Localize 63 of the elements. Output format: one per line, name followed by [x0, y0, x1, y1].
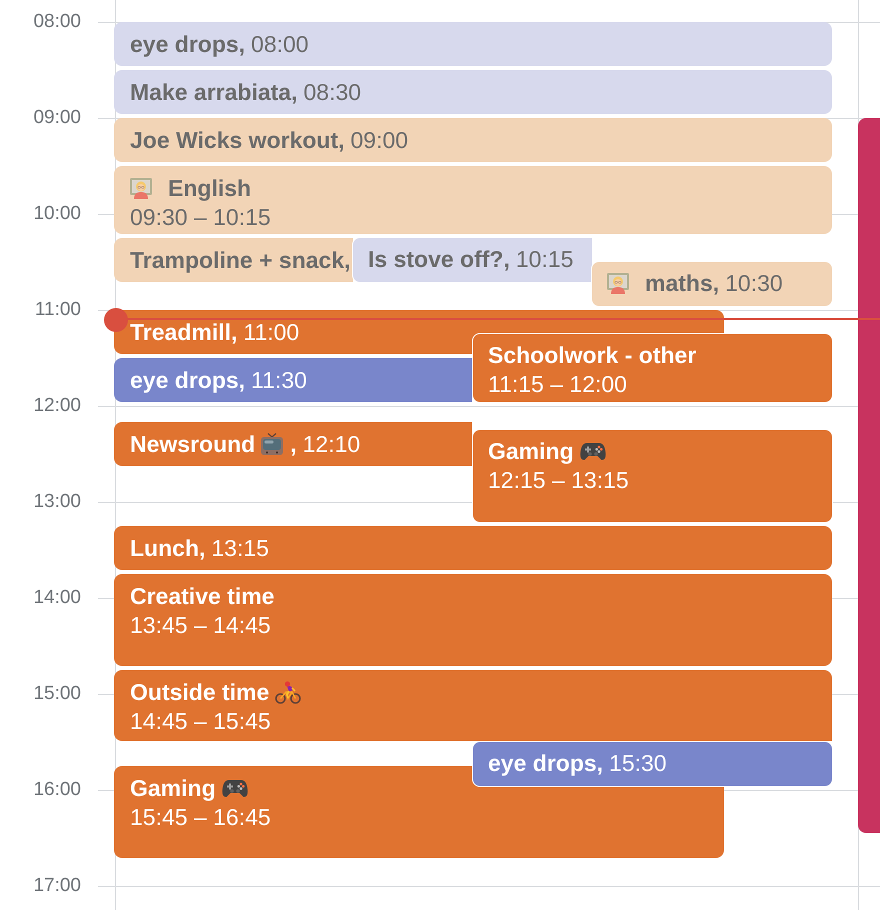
time-label: 08:00	[33, 11, 81, 33]
time-label: 09:00	[33, 107, 81, 129]
event-time: 14:45 – 15:45	[130, 709, 271, 733]
event-time: 10:15	[516, 247, 574, 271]
event-title: Lunch,	[130, 536, 206, 560]
event-title: Newsround	[130, 432, 256, 456]
teacher-icon	[130, 177, 152, 199]
calendar-event[interactable]: eye drops, 08:00	[114, 22, 832, 66]
event-title: English	[168, 176, 252, 200]
event-time: 11:15 – 12:00	[488, 372, 627, 396]
time-label: 15:00	[33, 683, 81, 705]
event-time: 11:00	[243, 320, 300, 344]
calendar-event[interactable]: Is stove off?, 10:15	[352, 237, 593, 283]
calendar-event[interactable]: Gaming 12:15 – 13:15	[472, 429, 833, 523]
event-title: Trampoline + snack,	[130, 248, 351, 272]
event-time: 09:30 – 10:15	[130, 205, 271, 229]
event-time: 12:10	[302, 432, 360, 456]
event-title: Treadmill,	[130, 320, 238, 344]
event-time: 08:30	[303, 80, 362, 104]
time-label: 11:00	[34, 299, 81, 321]
calendar-event[interactable]: Newsround , 12:10	[114, 422, 472, 466]
calendar-event[interactable]: Creative time 13:45 – 14:45	[114, 574, 832, 666]
event-title: Gaming	[488, 439, 574, 463]
event-time: 08:00	[251, 32, 309, 56]
cyclist-icon	[275, 680, 302, 704]
event-time: 13:45 – 14:45	[130, 613, 271, 637]
calendar-event[interactable]: eye drops, 11:30	[114, 358, 472, 402]
gamepad-icon	[222, 778, 248, 798]
event-title: eye drops,	[130, 368, 246, 392]
teacher-icon	[607, 272, 629, 294]
time-label: 14:00	[33, 587, 81, 609]
event-title: eye drops,	[130, 32, 246, 56]
time-label: 13:00	[33, 491, 81, 513]
event-title: Creative time	[130, 584, 274, 608]
event-time: 09:00	[350, 128, 408, 152]
calendar-event[interactable]	[858, 118, 880, 833]
event-time: 12:15 – 13:15	[488, 468, 629, 492]
calendar-event[interactable]: maths, 10:30	[591, 261, 833, 307]
event-title: Joe Wicks workout,	[130, 128, 345, 152]
calendar-event[interactable]: Outside time 14:45 – 15:45	[114, 670, 832, 741]
event-time: 13:15	[211, 536, 269, 560]
tv-icon	[261, 433, 284, 455]
event-title: maths,	[645, 271, 720, 295]
calendar-event[interactable]: Schoolwork - other 11:15 – 12:00	[472, 333, 833, 403]
time-label: 17:00	[33, 875, 81, 897]
event-time: 11:30	[251, 368, 307, 392]
event-title: Gaming	[130, 776, 216, 800]
event-time: 15:45 – 16:45	[130, 805, 271, 829]
calendar-event[interactable]: Make arrabiata, 08:30	[114, 70, 832, 114]
calendar-event[interactable]: eye drops, 15:30	[472, 741, 833, 787]
calendar-event[interactable]: Joe Wicks workout, 09:00	[114, 118, 832, 162]
event-time: 10:30	[725, 271, 783, 295]
event-title: Is stove off?,	[368, 247, 510, 271]
calendar-event[interactable]: Trampoline + snack,	[114, 238, 353, 282]
time-label: 16:00	[33, 779, 81, 801]
gamepad-icon	[580, 442, 606, 460]
event-title: Outside time	[130, 680, 270, 704]
event-title: Make arrabiata,	[130, 80, 298, 104]
calendar-event[interactable]: English 09:30 – 10:15	[114, 166, 832, 234]
calendar-event[interactable]: Lunch, 13:15	[114, 526, 832, 570]
time-label: 10:00	[33, 203, 81, 225]
time-label: 12:00	[33, 395, 81, 417]
event-title-suffix: ,	[290, 432, 297, 456]
